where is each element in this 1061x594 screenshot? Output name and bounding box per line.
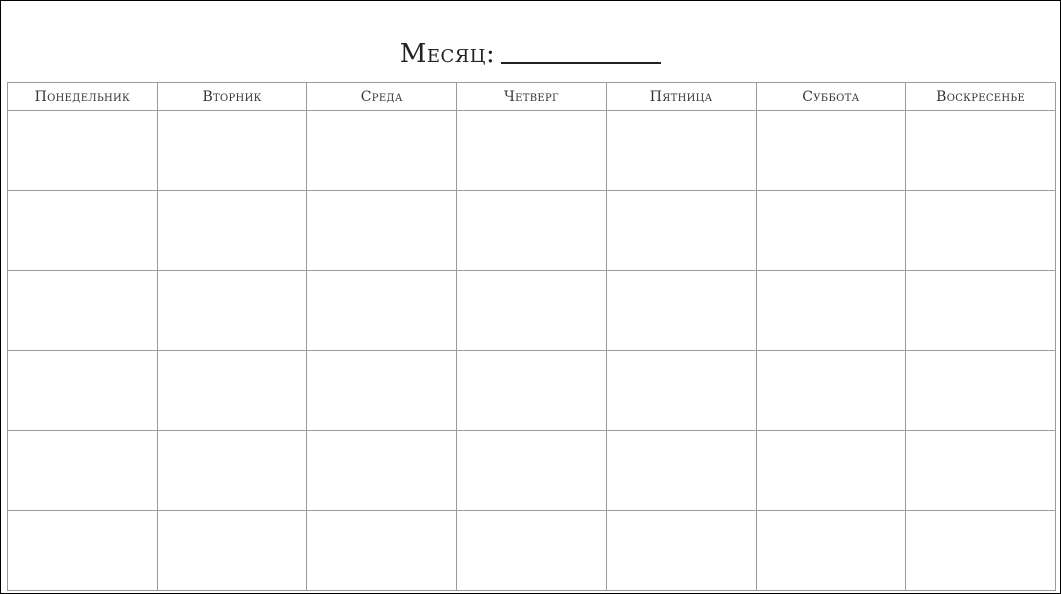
page-frame: Месяц: Понедельник Вторник Среда Четверг…	[0, 0, 1061, 594]
week-row	[7, 190, 1056, 271]
day-cell[interactable]	[7, 350, 158, 431]
day-cell[interactable]	[7, 270, 158, 351]
week-row	[7, 430, 1056, 511]
calendar-grid: Понедельник Вторник Среда Четверг Пятниц…	[7, 82, 1056, 591]
day-cell[interactable]	[905, 110, 1056, 191]
day-cell[interactable]	[605, 510, 757, 591]
week-row	[7, 270, 1056, 351]
day-cell[interactable]	[7, 510, 158, 591]
day-cell[interactable]	[156, 510, 308, 591]
month-label: Месяц:	[399, 39, 496, 69]
weekday-header-thursday: Четверг	[456, 82, 607, 111]
day-cell[interactable]	[456, 350, 607, 431]
day-cell[interactable]	[905, 430, 1056, 511]
day-cell[interactable]	[456, 270, 607, 351]
day-cell[interactable]	[456, 430, 607, 511]
day-cell[interactable]	[755, 350, 907, 431]
day-cell[interactable]	[605, 270, 757, 351]
month-blank-line[interactable]	[501, 62, 662, 64]
day-cell[interactable]	[7, 110, 158, 191]
day-cell[interactable]	[905, 270, 1056, 351]
day-cell[interactable]	[605, 430, 757, 511]
weekday-header-wednesday: Среда	[306, 82, 458, 111]
weekday-header-tuesday: Вторник	[156, 82, 308, 111]
weekday-header-row: Понедельник Вторник Среда Четверг Пятниц…	[7, 82, 1056, 111]
day-cell[interactable]	[306, 270, 458, 351]
day-cell[interactable]	[7, 430, 158, 511]
week-row	[7, 510, 1056, 591]
day-cell[interactable]	[605, 190, 757, 271]
week-row	[7, 110, 1056, 191]
day-cell[interactable]	[755, 190, 907, 271]
day-cell[interactable]	[456, 190, 607, 271]
day-cell[interactable]	[605, 350, 757, 431]
day-cell[interactable]	[905, 190, 1056, 271]
calendar-body	[7, 110, 1056, 591]
day-cell[interactable]	[306, 510, 458, 591]
day-cell[interactable]	[306, 430, 458, 511]
day-cell[interactable]	[905, 350, 1056, 431]
day-cell[interactable]	[156, 270, 308, 351]
day-cell[interactable]	[306, 350, 458, 431]
day-cell[interactable]	[755, 510, 907, 591]
month-title: Месяц:	[1, 29, 1060, 69]
day-cell[interactable]	[755, 110, 907, 191]
weekday-header-friday: Пятница	[605, 82, 757, 111]
weekday-header-saturday: Суббота	[755, 82, 907, 111]
day-cell[interactable]	[755, 270, 907, 351]
weekday-header-sunday: Воскресенье	[905, 82, 1056, 111]
day-cell[interactable]	[755, 430, 907, 511]
day-cell[interactable]	[605, 110, 757, 191]
day-cell[interactable]	[156, 350, 308, 431]
day-cell[interactable]	[156, 110, 308, 191]
day-cell[interactable]	[306, 190, 458, 271]
day-cell[interactable]	[456, 510, 607, 591]
day-cell[interactable]	[905, 510, 1056, 591]
weekday-header-monday: Понедельник	[7, 82, 158, 111]
day-cell[interactable]	[156, 430, 308, 511]
day-cell[interactable]	[306, 110, 458, 191]
day-cell[interactable]	[156, 190, 308, 271]
week-row	[7, 350, 1056, 431]
day-cell[interactable]	[7, 190, 158, 271]
day-cell[interactable]	[456, 110, 607, 191]
